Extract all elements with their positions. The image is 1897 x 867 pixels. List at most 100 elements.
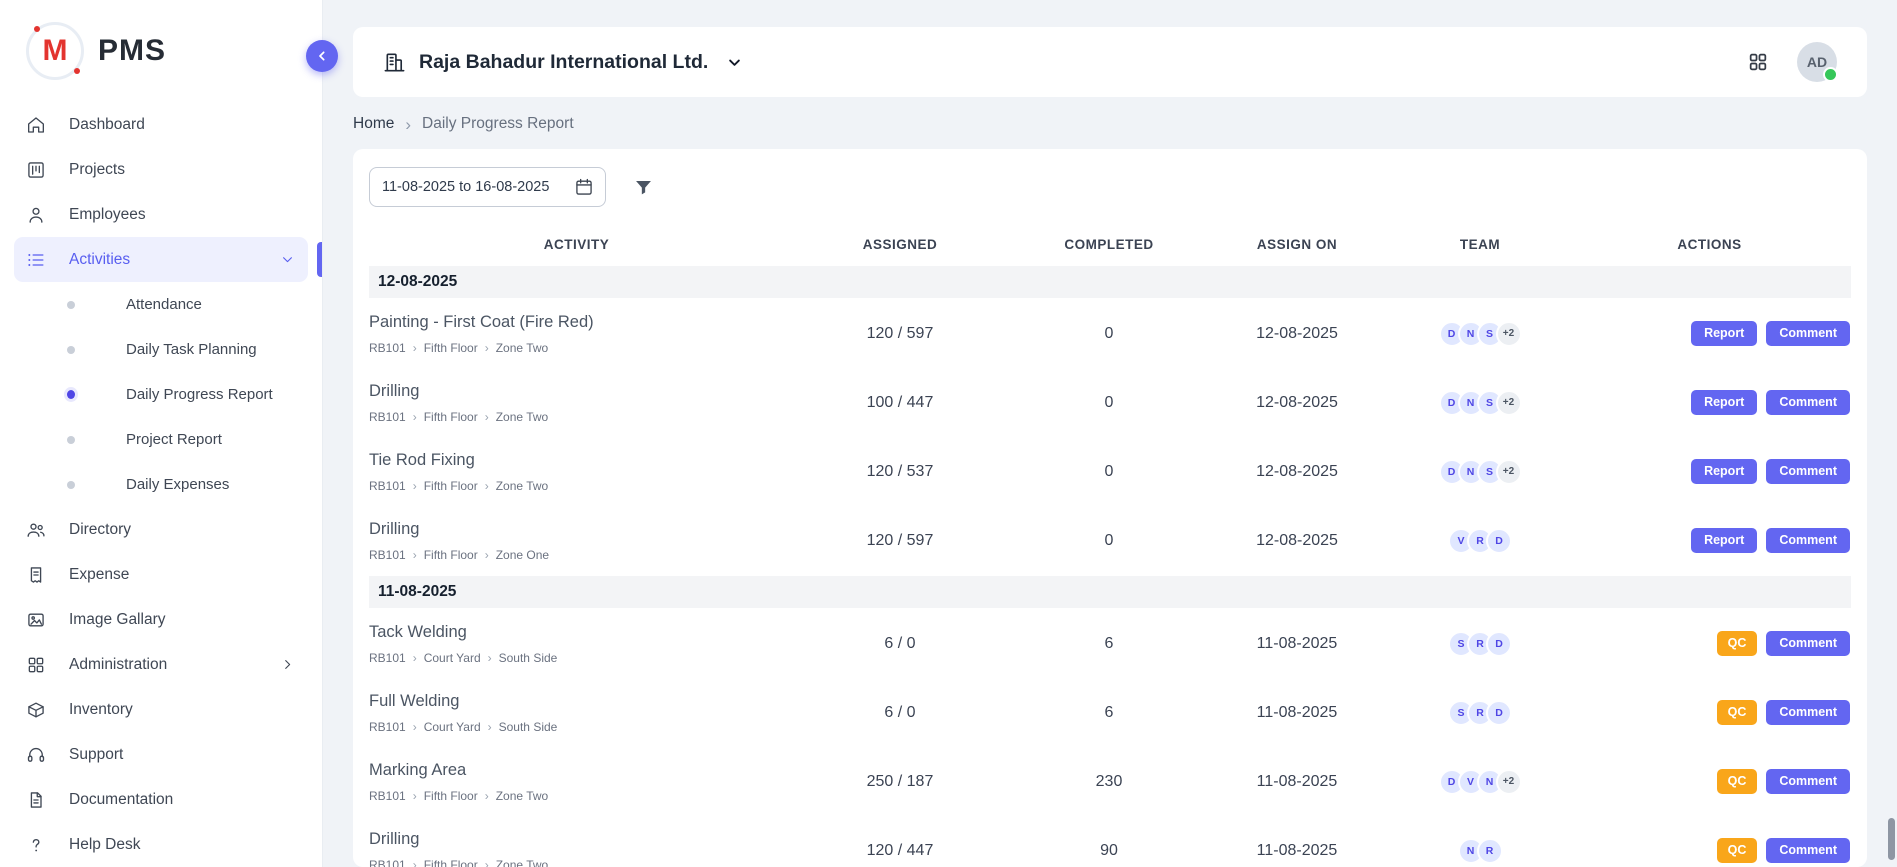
app-root: M PMS DashboardProjectsEmployeesActiviti…: [0, 0, 1897, 867]
assigned-value: 6 / 0: [784, 635, 1016, 653]
sidebar-item-dashboard[interactable]: Dashboard: [14, 102, 308, 147]
building-icon: [383, 51, 406, 74]
path-segment: South Side: [499, 720, 558, 734]
actions-cell: QC Comment: [1568, 838, 1851, 864]
chevron-separator: ›: [413, 652, 417, 664]
sidebar-subitem-project-report[interactable]: Project Report: [14, 417, 308, 462]
avatar-initials: AD: [1807, 54, 1827, 70]
company-selector[interactable]: Raja Bahadur International Ltd.: [383, 51, 744, 74]
path-segment: RB101: [369, 651, 406, 665]
assigned-value: 6 / 0: [784, 704, 1016, 722]
pms-logo-icon: M: [26, 22, 84, 80]
sidebar-item-help-desk[interactable]: Help Desk: [14, 822, 308, 867]
sidebar-item-administration[interactable]: Administration: [14, 642, 308, 687]
chevron-right-icon: [279, 656, 296, 673]
comment-button[interactable]: Comment: [1766, 528, 1850, 554]
activity-path: RB101›Fifth Floor›Zone Two: [369, 479, 776, 493]
activity-title: Marking Area: [369, 761, 776, 780]
column-header-completed: COMPLETED: [1016, 237, 1202, 252]
assign-on-value: 12-08-2025: [1202, 463, 1392, 481]
bullet-dot-icon: [67, 436, 75, 444]
completed-value: 0: [1016, 325, 1202, 343]
sidebar-item-employees[interactable]: Employees: [14, 192, 308, 237]
comment-button[interactable]: Comment: [1766, 700, 1850, 726]
activity-path: RB101›Fifth Floor›Zone Two: [369, 341, 776, 355]
support-icon: [26, 745, 46, 765]
filter-funnel-icon[interactable]: [633, 177, 654, 198]
breadcrumb: Home › Daily Progress Report: [353, 115, 1867, 133]
team-avatars: DVN+2: [1392, 769, 1568, 795]
qc-button[interactable]: QC: [1717, 838, 1758, 864]
sidebar-subitem-daily-expenses[interactable]: Daily Expenses: [14, 462, 308, 507]
actions-cell: QC Comment: [1568, 631, 1851, 657]
sidebar-subitem-daily-task-planning[interactable]: Daily Task Planning: [14, 327, 308, 372]
comment-button[interactable]: Comment: [1766, 838, 1850, 864]
sidebar-subitem-attendance[interactable]: Attendance: [14, 282, 308, 327]
path-segment: Court Yard: [424, 651, 481, 665]
path-segment: Fifth Floor: [424, 479, 478, 493]
team-avatar: D: [1486, 700, 1512, 726]
gallery-icon: [26, 610, 46, 630]
team-avatars: DNS+2: [1392, 459, 1568, 485]
sidebar-item-support[interactable]: Support: [14, 732, 308, 777]
assign-on-value: 11-08-2025: [1202, 842, 1392, 860]
sidebar-item-activities[interactable]: Activities: [14, 237, 308, 282]
comment-button[interactable]: Comment: [1766, 769, 1850, 795]
employees-icon: [26, 205, 46, 225]
sidebar-subitem-label: Project Report: [126, 431, 222, 448]
comment-button[interactable]: Comment: [1766, 390, 1850, 416]
sidebar-subitem-label: Attendance: [126, 296, 202, 313]
comment-button[interactable]: Comment: [1766, 631, 1850, 657]
activity-cell: DrillingRB101›Fifth Floor›Zone One: [369, 520, 784, 562]
sidebar-item-label: Documentation: [69, 791, 173, 809]
breadcrumb-home[interactable]: Home: [353, 115, 394, 133]
actions-cell: Report Comment: [1568, 321, 1851, 347]
qc-button[interactable]: QC: [1717, 700, 1758, 726]
sidebar-subitem-daily-progress-report[interactable]: Daily Progress Report: [14, 372, 308, 417]
assigned-value: 120 / 597: [784, 325, 1016, 343]
chevron-separator: ›: [413, 721, 417, 733]
report-button[interactable]: Report: [1691, 321, 1757, 347]
report-button[interactable]: Report: [1691, 528, 1757, 554]
sidebar-collapse-button[interactable]: [306, 40, 338, 72]
directory-icon: [26, 520, 46, 540]
assign-on-value: 12-08-2025: [1202, 325, 1392, 343]
path-segment: RB101: [369, 341, 406, 355]
sidebar-item-documentation[interactable]: Documentation: [14, 777, 308, 822]
report-button[interactable]: Report: [1691, 459, 1757, 485]
bullet-dot-icon: [67, 346, 75, 354]
inventory-icon: [26, 700, 46, 720]
apps-grid-icon[interactable]: [1747, 51, 1769, 73]
qc-button[interactable]: QC: [1717, 769, 1758, 795]
activity-path: RB101›Court Yard›South Side: [369, 651, 776, 665]
group-date: 12-08-2025: [378, 273, 457, 291]
completed-value: 0: [1016, 394, 1202, 412]
comment-button[interactable]: Comment: [1766, 321, 1850, 347]
sidebar-item-projects[interactable]: Projects: [14, 147, 308, 192]
comment-button[interactable]: Comment: [1766, 459, 1850, 485]
sidebar-item-inventory[interactable]: Inventory: [14, 687, 308, 732]
activity-title: Drilling: [369, 830, 776, 849]
path-segment: Fifth Floor: [424, 410, 478, 424]
path-segment: RB101: [369, 479, 406, 493]
scrollbar-thumb[interactable]: [1888, 818, 1895, 860]
date-range-input[interactable]: 11-08-2025 to 16-08-2025: [369, 167, 606, 207]
qc-button[interactable]: QC: [1717, 631, 1758, 657]
activities-icon: [26, 250, 46, 270]
column-header-actions: ACTIONS: [1568, 237, 1851, 252]
actions-cell: QC Comment: [1568, 700, 1851, 726]
sidebar-item-expense[interactable]: Expense: [14, 552, 308, 597]
completed-value: 230: [1016, 773, 1202, 791]
path-segment: Zone Two: [496, 858, 548, 867]
team-avatar: R: [1477, 838, 1503, 864]
chevron-down-icon: [279, 251, 296, 268]
sidebar-subitem-label: Daily Task Planning: [126, 341, 257, 358]
report-button[interactable]: Report: [1691, 390, 1757, 416]
activity-path: RB101›Fifth Floor›Zone Two: [369, 410, 776, 424]
sidebar: M PMS DashboardProjectsEmployeesActiviti…: [0, 0, 323, 867]
user-avatar[interactable]: AD: [1797, 42, 1837, 82]
completed-value: 6: [1016, 635, 1202, 653]
sidebar-item-directory[interactable]: Directory: [14, 507, 308, 552]
sidebar-item-image-gallary[interactable]: Image Gallary: [14, 597, 308, 642]
chevron-separator: ›: [413, 411, 417, 423]
